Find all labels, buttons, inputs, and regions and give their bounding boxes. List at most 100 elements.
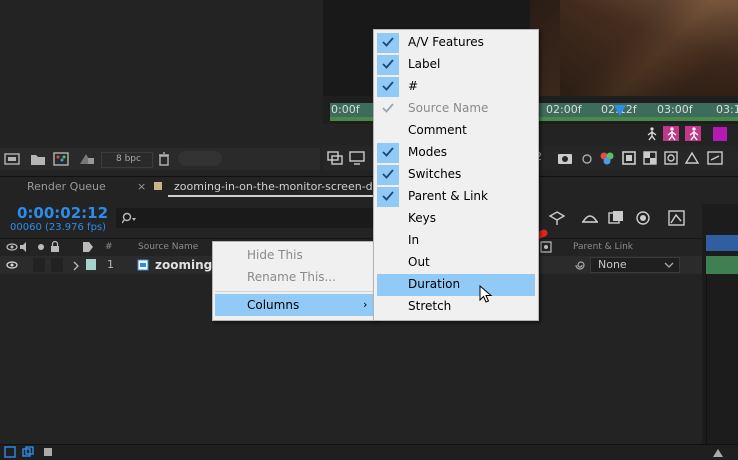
ruler-tick-label: 0:00f (331, 103, 360, 116)
submenu-item-parent-link[interactable]: Parent & Link (374, 186, 538, 208)
draft-3d-icon[interactable] (548, 210, 566, 226)
new-composition-icon[interactable] (53, 152, 69, 166)
motion-blur-icon[interactable] (634, 210, 652, 226)
layer-duration-bar[interactable] (706, 256, 738, 274)
submenu-item-in[interactable]: In (374, 230, 538, 252)
active-tab-underline (168, 195, 378, 197)
submenu-item-label: Source Name (408, 101, 489, 115)
timeline-link-icon[interactable] (684, 151, 700, 165)
checkmark-icon (382, 169, 394, 179)
submenu-arrow-icon: › (363, 298, 368, 311)
columns-submenu: A/V Features Label # Source Name Comment… (373, 29, 539, 321)
submenu-item-label-column[interactable]: Label (374, 54, 538, 76)
comp-settings-icon[interactable] (327, 151, 343, 165)
submenu-item-label: Keys (408, 211, 437, 225)
flowchart-icon[interactable] (707, 151, 723, 165)
layer-switches-toggle-icon[interactable] (4, 446, 16, 458)
submenu-item-label: Modes (408, 145, 447, 159)
layer-visibility-eye-icon[interactable] (6, 260, 18, 270)
region-icon[interactable] (622, 151, 636, 165)
tab-close-button[interactable]: × (137, 180, 146, 193)
magenta-swatch[interactable] (713, 127, 727, 141)
submenu-item-comment[interactable]: Comment (374, 120, 538, 142)
project-settings-icon[interactable] (78, 152, 96, 166)
submenu-item-label: Duration (408, 277, 461, 291)
audio-speaker-icon (20, 242, 26, 252)
submenu-item-modes[interactable]: Modes (374, 142, 538, 164)
work-area-bar[interactable] (706, 235, 738, 251)
submenu-item-label: Out (408, 255, 430, 269)
menu-separator (215, 291, 373, 292)
submenu-item-label: A/V Features (408, 35, 484, 49)
hash-column-header[interactable]: # (105, 242, 113, 252)
frame-count: 00060 (23.976 fps) (10, 222, 107, 233)
submenu-item-keys[interactable]: Keys (374, 208, 538, 230)
layer-search-input[interactable] (116, 208, 378, 228)
menu-item-columns[interactable]: Columns (247, 298, 299, 312)
menu-item-rename-this[interactable]: Rename This... (247, 270, 336, 284)
in-out-toggle-icon[interactable] (42, 446, 54, 458)
zoom-out-mountain-icon[interactable] (712, 446, 724, 458)
comp-label-swatch (154, 182, 162, 190)
tab-render-queue[interactable]: Render Queue (27, 180, 106, 193)
submenu-item-duration[interactable]: Duration (374, 274, 538, 296)
ruler-tick-label: 03:00f (657, 103, 693, 116)
new-folder-icon[interactable] (30, 152, 46, 166)
submenu-item-out[interactable]: Out (374, 252, 538, 274)
project-panel-toolbar: 8 bpc (0, 148, 320, 170)
ruler-tick-label: 03:1 (716, 103, 738, 116)
graph-editor-icon[interactable] (668, 210, 686, 226)
transfer-controls-toggle-icon[interactable] (22, 446, 34, 458)
trash-icon[interactable] (157, 152, 171, 166)
layer-label-color[interactable] (86, 259, 96, 270)
interpret-footage-icon[interactable] (4, 152, 20, 166)
channels-icon[interactable] (599, 150, 615, 166)
lock-toggle[interactable] (51, 258, 63, 272)
source-name-column-header[interactable]: Source Name (138, 242, 198, 252)
snapshot-icon[interactable] (557, 151, 573, 165)
footage-file-icon (137, 259, 149, 271)
menu-item-hide-this[interactable]: Hide This (247, 248, 303, 262)
person-pink-icon (667, 127, 677, 141)
submenu-item-av-features[interactable]: A/V Features (374, 32, 538, 54)
pick-whip-icon[interactable] (573, 258, 587, 272)
layer-context-menu: Hide This Rename This... Columns › (212, 241, 376, 321)
hide-shy-layers-icon[interactable] (581, 210, 599, 226)
checkmark-icon (382, 81, 394, 91)
person-pink-icon-2 (689, 127, 699, 141)
layer-name[interactable]: zooming. (155, 258, 217, 272)
av-video-eye-icon (6, 243, 18, 251)
parent-dropdown-value: None (598, 258, 627, 271)
label-tag-icon (83, 242, 93, 252)
bit-depth-button[interactable]: 8 bpc (101, 152, 153, 168)
submenu-item-stretch[interactable]: Stretch (374, 296, 538, 318)
monitor-icon[interactable] (349, 151, 365, 165)
submenu-item-switches[interactable]: Switches (374, 164, 538, 186)
show-snapshot-icon[interactable] (579, 151, 595, 165)
bit-depth-label: 8 bpc (116, 154, 141, 164)
tab-composition[interactable]: zooming-in-on-the-monitor-screen-displ (174, 180, 391, 193)
mask-visibility-icon[interactable] (664, 151, 678, 165)
solo-toggle[interactable] (33, 258, 45, 272)
checkmark-icon (382, 147, 394, 157)
search-icon (122, 212, 136, 224)
expand-chevron-icon[interactable] (72, 261, 80, 271)
playhead-marker-icon[interactable] (613, 104, 627, 118)
submenu-item-label: In (408, 233, 420, 247)
transparency-grid-icon[interactable] (643, 151, 657, 165)
solo-dot-icon (38, 244, 44, 250)
submenu-item-label: # (408, 79, 419, 93)
chevron-down-icon (664, 262, 674, 268)
ruler-tick-label: 02:00f (546, 103, 582, 116)
submenu-item-label: Comment (408, 123, 467, 137)
project-panel (0, 0, 320, 170)
mouse-cursor-icon (479, 285, 493, 303)
submenu-item-label: Stretch (408, 299, 452, 313)
parent-link-column-header[interactable]: Parent & Link (573, 242, 633, 252)
thumbnail-slider[interactable] (178, 151, 222, 166)
current-timecode[interactable]: 0:00:02:12 (17, 204, 108, 222)
walk-icon[interactable] (645, 127, 659, 141)
submenu-item-label: Switches (408, 167, 462, 181)
frame-blending-icon[interactable] (607, 210, 625, 226)
submenu-item-hash[interactable]: # (374, 76, 538, 98)
